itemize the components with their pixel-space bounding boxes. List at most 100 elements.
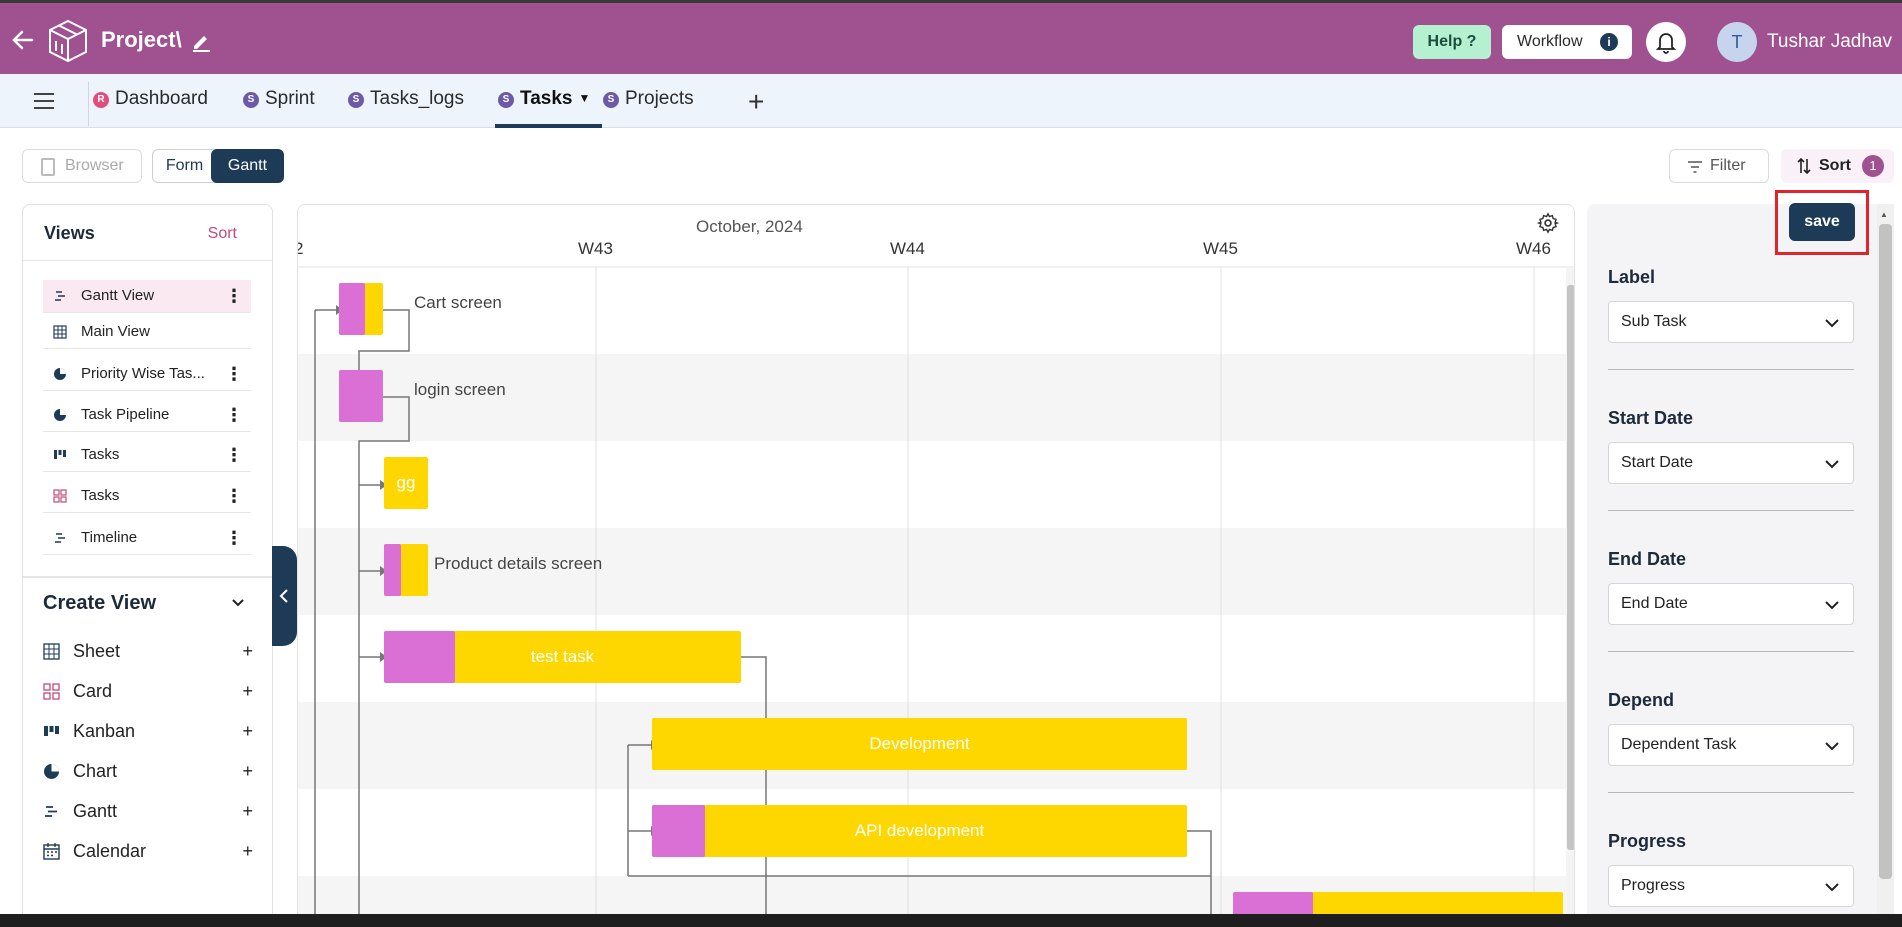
more-options-icon[interactable]: ⋮ bbox=[225, 358, 243, 390]
view-item-label: Timeline bbox=[81, 529, 138, 546]
create-view-title[interactable]: Create View bbox=[43, 592, 156, 615]
field-label-end-date: End Date bbox=[1608, 549, 1687, 569]
os-taskbar bbox=[0, 914, 1902, 927]
view-item-main-view[interactable]: Main View bbox=[43, 316, 251, 349]
end-date-select[interactable]: End Date bbox=[1608, 583, 1854, 625]
help-button[interactable]: Help ? bbox=[1413, 25, 1491, 59]
gear-icon[interactable] bbox=[1537, 212, 1559, 234]
tab-label: Tasks bbox=[520, 88, 573, 109]
add-icon[interactable]: + bbox=[242, 636, 253, 666]
gantt-icon bbox=[45, 806, 57, 817]
view-item-priority-wise[interactable]: Priority Wise Tas... ⋮ bbox=[43, 358, 251, 391]
gantt-bar-product-details[interactable] bbox=[384, 544, 428, 596]
tab-badge: S bbox=[348, 92, 364, 108]
more-options-icon[interactable]: ⋮ bbox=[225, 522, 243, 554]
tab-badge: S bbox=[498, 92, 514, 108]
create-view-calendar[interactable]: Calendar + bbox=[43, 836, 253, 866]
filter-icon bbox=[1688, 161, 1702, 173]
browser-label: Browser bbox=[65, 157, 124, 174]
project-title: Project\ bbox=[101, 27, 182, 52]
save-button[interactable]: save bbox=[1789, 203, 1855, 241]
top-header: Project\ Help ? Workflow i T Tushar Jadh… bbox=[0, 0, 1902, 74]
create-view-kanban[interactable]: Kanban + bbox=[43, 716, 253, 746]
divider bbox=[23, 576, 272, 578]
view-item-tasks-card[interactable]: Tasks ⋮ bbox=[43, 480, 251, 513]
chevron-down-icon[interactable]: ▼ bbox=[578, 91, 590, 105]
sort-count-badge: 1 bbox=[1862, 155, 1884, 177]
more-options-icon[interactable]: ⋮ bbox=[225, 439, 243, 471]
add-icon[interactable]: + bbox=[242, 796, 253, 826]
hamburger-menu-icon[interactable] bbox=[33, 92, 55, 110]
active-tab-indicator bbox=[495, 124, 602, 128]
tab-badge: S bbox=[243, 92, 259, 108]
week-label: W44 bbox=[890, 239, 925, 258]
task-label: test task bbox=[530, 647, 595, 666]
create-view-gantt[interactable]: Gantt + bbox=[43, 796, 253, 826]
view-item-tasks-kanban[interactable]: Tasks ⋮ bbox=[43, 439, 251, 472]
gantt-view-button[interactable]: Gantt bbox=[211, 149, 284, 183]
create-view-chart[interactable]: Chart + bbox=[43, 756, 253, 786]
field-label-progress: Progress bbox=[1608, 831, 1687, 851]
more-options-icon[interactable]: ⋮ bbox=[225, 399, 243, 431]
start-date-select[interactable]: Start Date bbox=[1608, 442, 1854, 484]
tab-label: Dashboard bbox=[115, 88, 208, 109]
sort-label: Sort bbox=[1819, 157, 1851, 174]
progress-select[interactable]: Progress bbox=[1608, 865, 1854, 907]
user-avatar[interactable]: T bbox=[1717, 22, 1757, 62]
kanban-icon bbox=[44, 726, 59, 736]
panel-scrollbar-thumb[interactable] bbox=[1879, 224, 1892, 879]
tab-sprint[interactable]: S Sprint bbox=[243, 88, 315, 114]
create-item-label: Calendar bbox=[73, 841, 147, 861]
field-label-depend: Depend bbox=[1608, 690, 1675, 710]
add-tab-icon[interactable]: + bbox=[748, 86, 764, 118]
workflow-button[interactable]: Workflow i bbox=[1502, 25, 1632, 59]
workflow-label: Workflow bbox=[1517, 33, 1583, 50]
view-item-label: Main View bbox=[81, 323, 150, 340]
user-name[interactable]: Tushar Jadhav bbox=[1767, 31, 1892, 53]
create-item-label: Gantt bbox=[73, 801, 118, 821]
tab-tasks[interactable]: S Tasks ▼ bbox=[498, 88, 590, 114]
view-item-label: Gantt View bbox=[81, 287, 155, 304]
sort-button[interactable]: Sort 1 bbox=[1781, 149, 1894, 183]
views-title: Views bbox=[44, 223, 95, 243]
create-view-sheet[interactable]: Sheet + bbox=[43, 636, 253, 666]
views-sort-link[interactable]: Sort bbox=[208, 225, 237, 243]
back-arrow-icon[interactable] bbox=[10, 27, 36, 53]
add-icon[interactable]: + bbox=[242, 716, 253, 746]
view-item-timeline[interactable]: Timeline ⋮ bbox=[43, 522, 251, 555]
notification-bell-button[interactable] bbox=[1646, 22, 1686, 62]
add-icon[interactable]: + bbox=[242, 676, 253, 706]
tab-projects[interactable]: S Projects bbox=[603, 88, 694, 114]
gantt-icon bbox=[55, 533, 65, 543]
view-item-gantt-view[interactable]: Gantt View ⋮ bbox=[43, 280, 251, 313]
add-icon[interactable]: + bbox=[242, 756, 253, 786]
calendar-icon bbox=[43, 843, 60, 860]
label-select[interactable]: Sub Task bbox=[1608, 301, 1854, 343]
browser-button[interactable]: Browser bbox=[22, 149, 142, 183]
view-item-task-pipeline[interactable]: Task Pipeline ⋮ bbox=[43, 399, 251, 432]
form-view-button[interactable]: Form bbox=[152, 149, 216, 183]
gantt-bar-cart-screen[interactable] bbox=[339, 283, 383, 335]
gantt-bar-login-screen[interactable] bbox=[339, 370, 383, 422]
create-view-card[interactable]: Card + bbox=[43, 676, 253, 706]
document-icon bbox=[41, 158, 55, 176]
pencil-edit-icon[interactable] bbox=[190, 30, 212, 52]
add-icon[interactable]: + bbox=[242, 836, 253, 866]
pie-chart-icon bbox=[54, 368, 66, 380]
chevron-down-icon[interactable] bbox=[232, 598, 244, 608]
scroll-up-arrow-icon[interactable]: ▲ bbox=[1880, 210, 1888, 219]
dependent-task-select[interactable]: Dependent Task bbox=[1608, 724, 1854, 766]
tab-dashboard[interactable]: R Dashboard bbox=[93, 88, 208, 114]
more-options-icon[interactable]: ⋮ bbox=[225, 280, 243, 312]
divider bbox=[23, 260, 272, 261]
divider bbox=[1608, 651, 1854, 652]
tab-tasks-logs[interactable]: S Tasks_logs bbox=[348, 88, 464, 114]
filter-button[interactable]: Filter bbox=[1669, 149, 1769, 183]
task-label: Development bbox=[869, 734, 970, 753]
view-item-label: Tasks bbox=[81, 487, 120, 504]
chevron-down-icon bbox=[1825, 319, 1839, 328]
collapse-sidebar-button[interactable] bbox=[272, 546, 297, 646]
task-label: gg bbox=[396, 473, 416, 492]
more-options-icon[interactable]: ⋮ bbox=[225, 480, 243, 512]
task-label: API development bbox=[854, 821, 985, 840]
